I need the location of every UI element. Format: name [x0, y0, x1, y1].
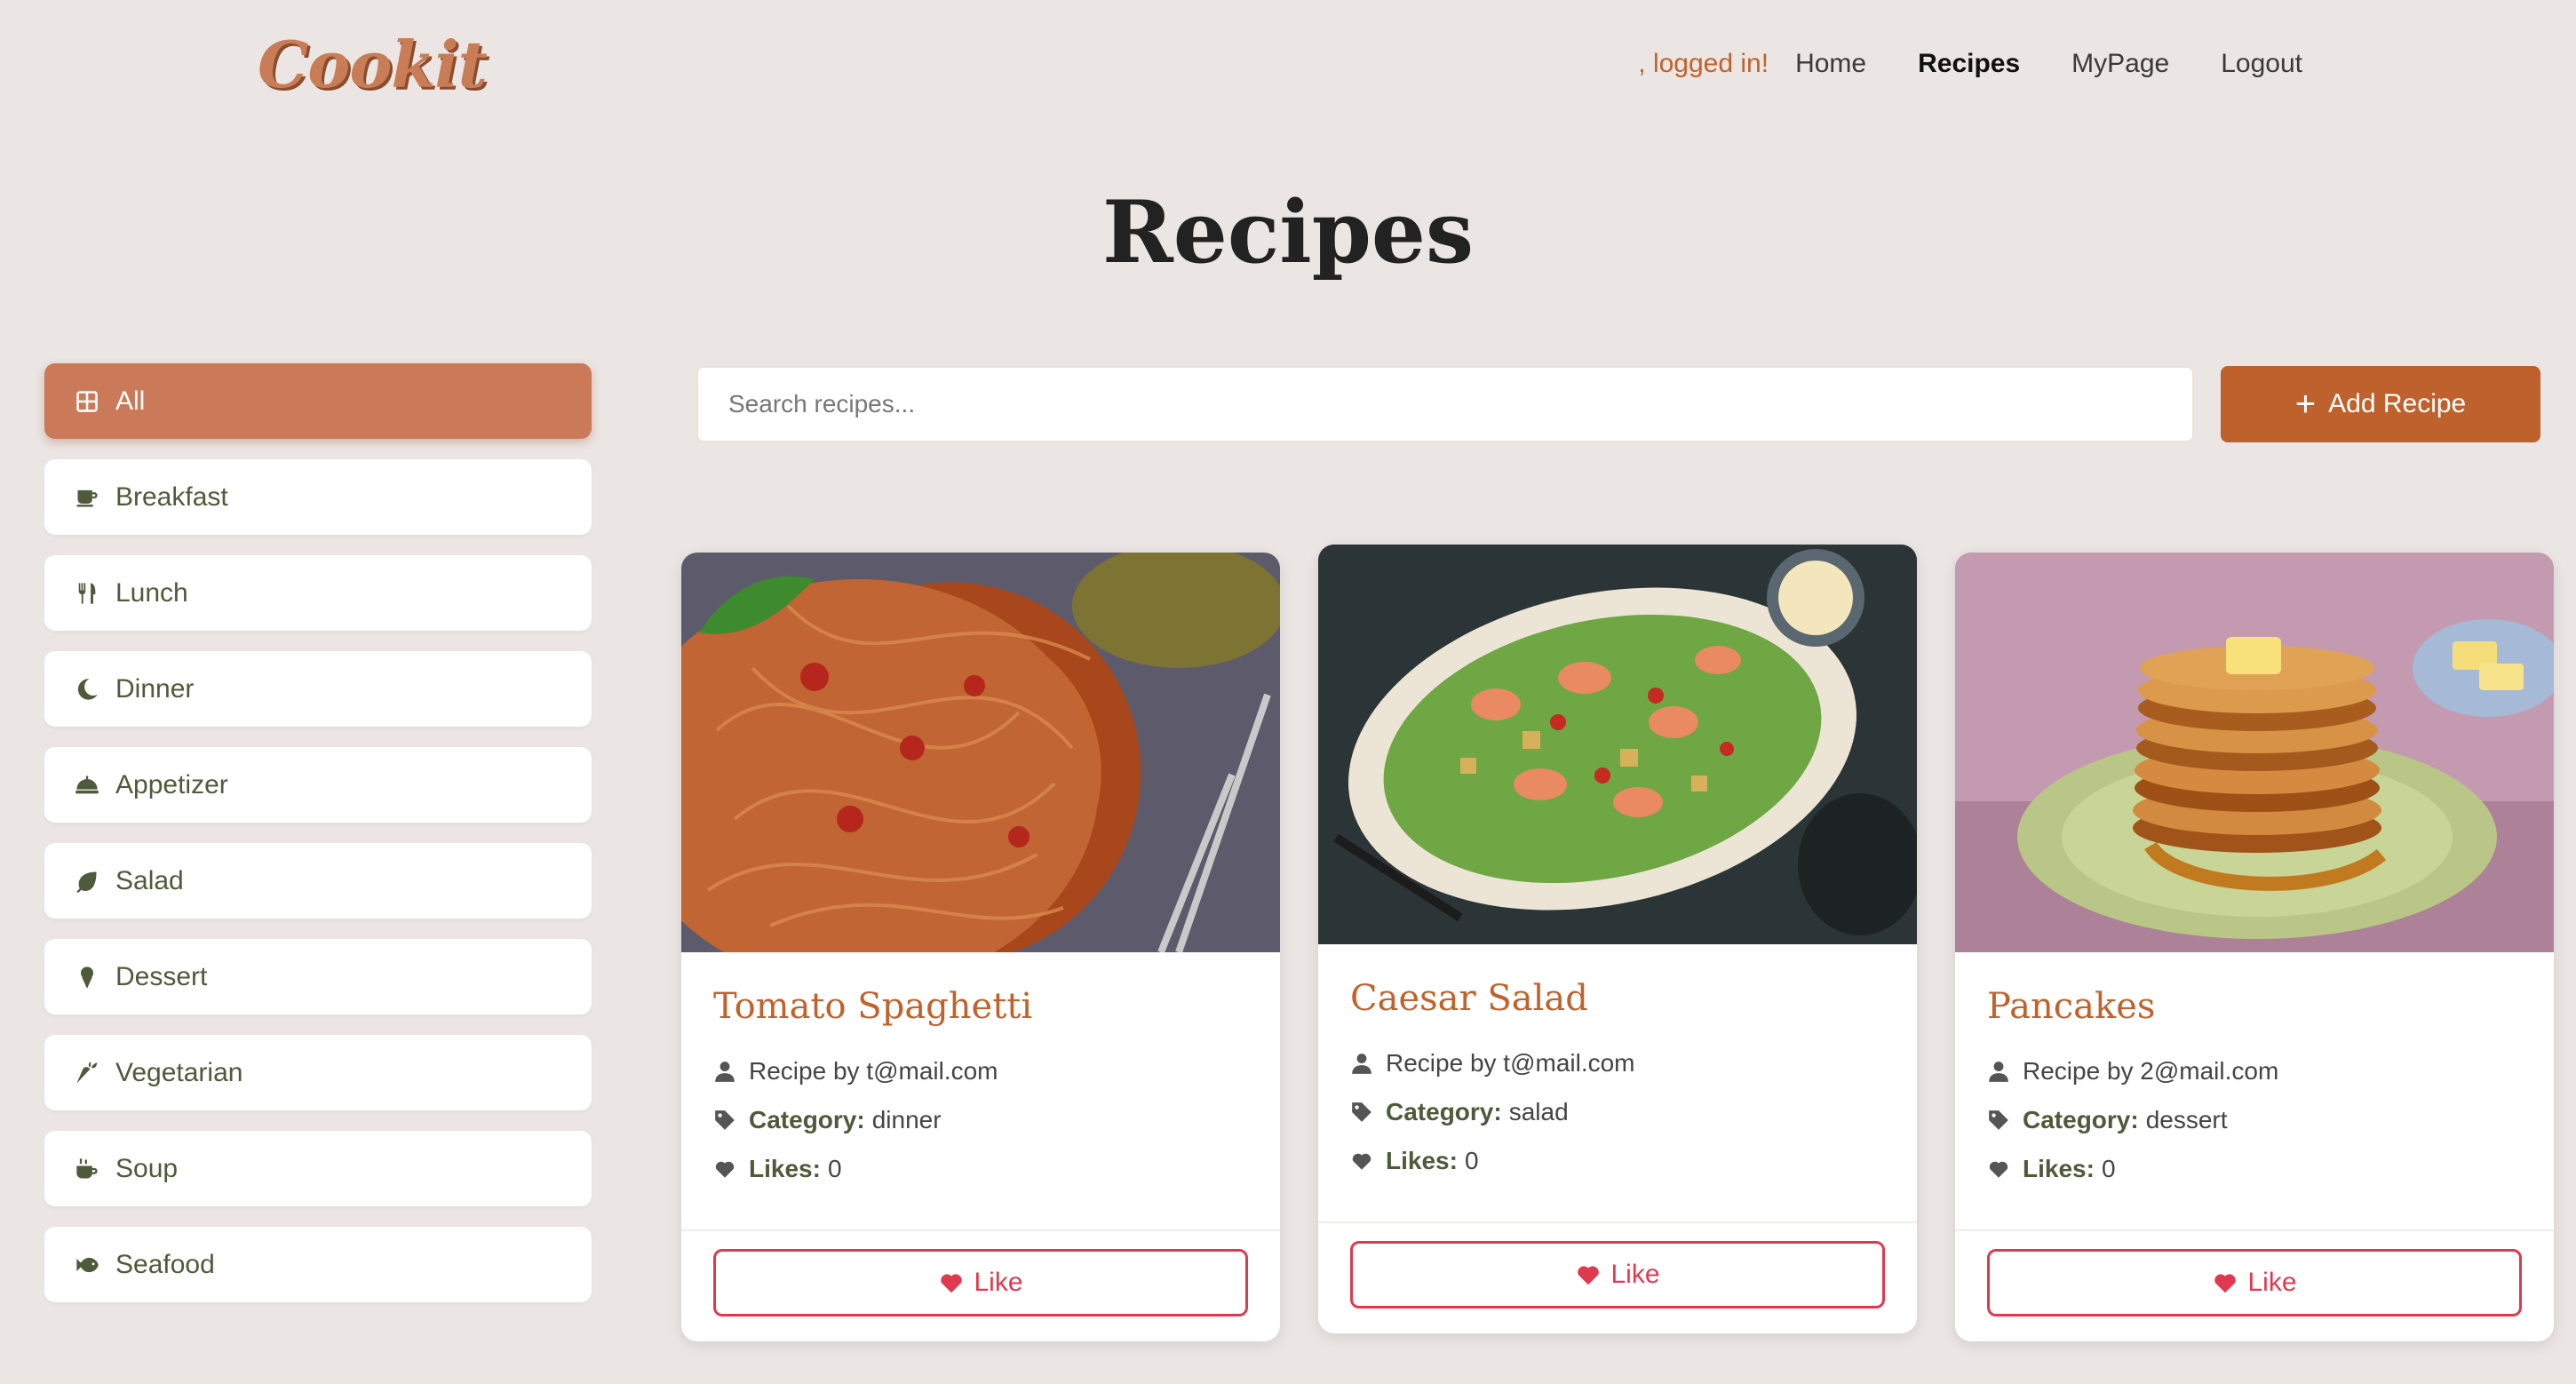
- author-text: Recipe by t@mail.com: [749, 1056, 998, 1085]
- category-lunch[interactable]: Lunch: [44, 555, 592, 631]
- recipe-likes: Likes: 0: [713, 1144, 1248, 1193]
- card-divider: [681, 1229, 1280, 1231]
- heart-icon: [1352, 1153, 1371, 1170]
- grid-icon: [75, 389, 107, 414]
- author-text: Recipe by 2@mail.com: [2023, 1056, 2279, 1085]
- category-value: dinner: [871, 1105, 942, 1133]
- category-appetizer[interactable]: Appetizer: [44, 747, 592, 823]
- user-icon: [715, 1061, 735, 1082]
- likes-value: 0: [1464, 1146, 1479, 1174]
- like-button[interactable]: Like: [1987, 1249, 2522, 1316]
- heart-icon: [1578, 1266, 1600, 1285]
- like-label: Like: [1610, 1260, 1660, 1289]
- recipe-card[interactable]: Tomato Spaghetti Recipe by t@mail.com Ca…: [681, 553, 1280, 1341]
- top-nav: , logged in! Home Recipes MyPage Logout: [1638, 44, 2302, 84]
- tag-icon: [715, 1110, 735, 1130]
- recipe-card[interactable]: Caesar Salad Recipe by t@mail.com Catego…: [1318, 545, 1917, 1333]
- category-label: Seafood: [115, 1249, 215, 1279]
- like-button[interactable]: Like: [1350, 1241, 1885, 1308]
- nav-logout-link[interactable]: Logout: [2221, 49, 2302, 79]
- likes-key: Likes:: [2023, 1154, 2095, 1182]
- category-vegetarian[interactable]: Vegetarian: [44, 1035, 592, 1110]
- card-divider: [1318, 1221, 1917, 1223]
- nav-mypage-link[interactable]: MyPage: [2071, 49, 2169, 79]
- category-dinner[interactable]: Dinner: [44, 651, 592, 727]
- cloche-icon: [75, 773, 107, 798]
- nav-recipes-link[interactable]: Recipes: [1918, 49, 2020, 79]
- category-label: Dessert: [115, 961, 208, 991]
- nav-home-link[interactable]: Home: [1795, 49, 1866, 79]
- category-soup[interactable]: Soup: [44, 1131, 592, 1206]
- category-breakfast[interactable]: Breakfast: [44, 459, 592, 535]
- category-label: Breakfast: [115, 481, 228, 512]
- heart-icon: [941, 1274, 963, 1293]
- likes-key: Likes:: [1386, 1146, 1458, 1174]
- carrot-icon: [75, 1061, 107, 1086]
- tag-icon: [1352, 1102, 1371, 1122]
- category-label: Vegetarian: [115, 1057, 243, 1087]
- plus-icon: +: [2294, 385, 2317, 424]
- utensils-icon: [75, 581, 107, 606]
- fish-icon: [75, 1253, 107, 1277]
- category-sidebar: All Breakfast Lunch Dinner Appetizer Sal…: [44, 363, 592, 1323]
- heart-icon: [2214, 1274, 2237, 1293]
- leaf-icon: [75, 869, 107, 894]
- logo[interactable]: Cookit: [258, 27, 488, 102]
- recipe-category: Category: dessert: [1987, 1095, 2522, 1144]
- category-label: Dinner: [115, 673, 195, 704]
- category-label: Soup: [115, 1153, 179, 1183]
- recipe-title[interactable]: Tomato Spaghetti: [713, 986, 1248, 1027]
- likes-key: Likes:: [749, 1154, 821, 1182]
- likes-value: 0: [2101, 1154, 2116, 1182]
- category-seafood[interactable]: Seafood: [44, 1227, 592, 1302]
- recipe-category: Category: salad: [1350, 1087, 1885, 1136]
- like-label: Like: [974, 1268, 1023, 1297]
- moon-icon: [75, 677, 107, 702]
- recipe-image[interactable]: [681, 553, 1280, 952]
- recipe-author: Recipe by t@mail.com: [713, 1046, 1248, 1095]
- soup-mug-icon: [75, 1157, 107, 1181]
- add-recipe-button[interactable]: + Add Recipe: [2221, 366, 2540, 442]
- card-divider: [1955, 1229, 2554, 1231]
- user-icon: [1989, 1061, 2008, 1082]
- ice-cream-icon: [75, 965, 107, 990]
- recipe-author: Recipe by t@mail.com: [1350, 1038, 1885, 1087]
- user-icon: [1352, 1053, 1371, 1074]
- recipe-image[interactable]: [1318, 545, 1917, 944]
- coffee-mug-icon: [75, 485, 107, 510]
- recipe-title[interactable]: Pancakes: [1987, 986, 2522, 1027]
- page-title: Recipes: [1101, 182, 1475, 282]
- tag-icon: [1989, 1110, 2008, 1130]
- likes-value: 0: [827, 1154, 842, 1182]
- like-label: Like: [2247, 1268, 2297, 1297]
- category-label: All: [115, 386, 146, 416]
- search-input[interactable]: [696, 366, 2194, 442]
- category-value: dessert: [2145, 1105, 2228, 1133]
- recipe-title[interactable]: Caesar Salad: [1350, 978, 1885, 1019]
- recipe-image[interactable]: [1955, 553, 2554, 952]
- category-dessert[interactable]: Dessert: [44, 939, 592, 1014]
- category-key: Category:: [2023, 1105, 2139, 1133]
- recipe-card[interactable]: Pancakes Recipe by 2@mail.com Category: …: [1955, 553, 2554, 1341]
- recipe-likes: Likes: 0: [1350, 1136, 1885, 1185]
- category-label: Lunch: [115, 577, 188, 608]
- category-label: Appetizer: [115, 769, 228, 799]
- category-salad[interactable]: Salad: [44, 843, 592, 919]
- like-button[interactable]: Like: [713, 1249, 1248, 1316]
- category-all[interactable]: All: [44, 363, 592, 439]
- heart-icon: [715, 1161, 735, 1178]
- heart-icon: [1989, 1161, 2008, 1178]
- category-label: Salad: [115, 865, 184, 895]
- login-greeting: , logged in!: [1638, 49, 1769, 78]
- recipe-likes: Likes: 0: [1987, 1144, 2522, 1193]
- category-key: Category:: [1386, 1097, 1502, 1125]
- category-value: salad: [1508, 1097, 1569, 1125]
- recipe-category: Category: dinner: [713, 1095, 1248, 1144]
- category-key: Category:: [749, 1105, 865, 1133]
- author-text: Recipe by t@mail.com: [1386, 1048, 1635, 1077]
- add-recipe-label: Add Recipe: [2328, 389, 2467, 418]
- recipe-author: Recipe by 2@mail.com: [1987, 1046, 2522, 1095]
